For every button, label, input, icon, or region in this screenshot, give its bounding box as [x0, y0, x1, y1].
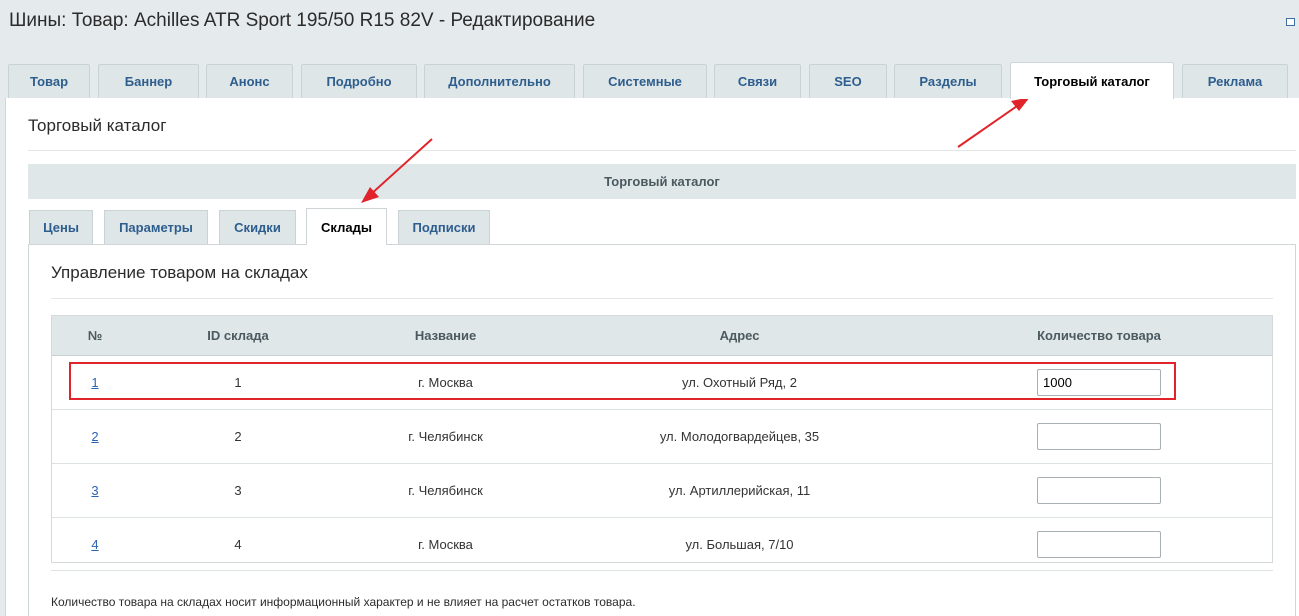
- group-header: Торговый каталог: [28, 164, 1296, 199]
- column-header-id: ID склада: [139, 315, 337, 356]
- qty-input[interactable]: [1037, 530, 1161, 558]
- store-id: 2: [139, 409, 337, 464]
- section-title: Торговый каталог: [28, 116, 167, 135]
- divider: [51, 298, 1273, 299]
- store-name: г. Москва: [337, 355, 554, 410]
- tab-banner[interactable]: Баннер: [98, 64, 199, 98]
- store-link[interactable]: 1: [91, 375, 98, 390]
- tab-dopolnitelno[interactable]: Дополнительно: [424, 64, 575, 98]
- page-title: Шины: Товар: Achilles ATR Sport 195/50 R…: [9, 10, 596, 31]
- tab-sistemnye[interactable]: Системные: [583, 64, 707, 98]
- table-header-row: № ID склада Название Адрес Количество то…: [51, 315, 1273, 356]
- store-name: г. Москва: [337, 517, 554, 571]
- tab-reklama[interactable]: Реклама: [1182, 64, 1288, 98]
- tab-tovar[interactable]: Товар: [8, 64, 90, 98]
- table-row: 4 4 г. Москва ул. Большая, 7/10: [51, 517, 1273, 571]
- table-row: 1 1 г. Москва ул. Охотный Ряд, 2: [51, 355, 1273, 410]
- store-address: ул. Большая, 7/10: [554, 517, 925, 571]
- column-header-num: №: [51, 315, 139, 356]
- column-header-address: Адрес: [554, 315, 925, 356]
- store-id: 4: [139, 517, 337, 571]
- subtab-podpiski[interactable]: Подписки: [398, 210, 490, 244]
- table-row: 3 3 г. Челябинск ул. Артиллерийская, 11: [51, 463, 1273, 518]
- store-name: г. Челябинск: [337, 463, 554, 518]
- subtab-sklady[interactable]: Склады: [306, 208, 387, 245]
- store-address: ул. Молодогвардейцев, 35: [554, 409, 925, 464]
- stores-note: Количество товара на складах носит инфор…: [51, 595, 636, 609]
- store-id: 1: [139, 355, 337, 410]
- store-address: ул. Охотный Ряд, 2: [554, 355, 925, 410]
- table-row: 2 2 г. Челябинск ул. Молодогвардейцев, 3…: [51, 409, 1273, 464]
- tab-seo[interactable]: SEO: [809, 64, 887, 98]
- tab-anons[interactable]: Анонс: [206, 64, 293, 98]
- subtab-ceny[interactable]: Цены: [29, 210, 93, 244]
- qty-input[interactable]: [1037, 477, 1161, 504]
- store-name: г. Челябинск: [337, 409, 554, 464]
- restore-icon[interactable]: [1286, 18, 1295, 26]
- column-header-name: Название: [337, 315, 554, 356]
- tab-razdely[interactable]: Разделы: [894, 64, 1002, 98]
- qty-input[interactable]: [1037, 369, 1161, 396]
- tab-svyazi[interactable]: Связи: [714, 64, 801, 98]
- stores-title: Управление товаром на складах: [51, 263, 308, 282]
- title-bar: Шины: Товар: Achilles ATR Sport 195/50 R…: [0, 0, 1299, 46]
- subtab-skidki[interactable]: Скидки: [219, 210, 296, 244]
- store-link[interactable]: 3: [91, 483, 98, 498]
- store-id: 3: [139, 463, 337, 518]
- divider: [28, 150, 1296, 151]
- qty-input[interactable]: [1037, 423, 1161, 450]
- store-address: ул. Артиллерийская, 11: [554, 463, 925, 518]
- store-link[interactable]: 4: [91, 537, 98, 552]
- stores-table: № ID склада Название Адрес Количество то…: [51, 315, 1273, 571]
- subtab-parametry[interactable]: Параметры: [104, 210, 208, 244]
- tab-torgovyj-katalog[interactable]: Торговый каталог: [1010, 62, 1174, 99]
- store-link[interactable]: 2: [91, 429, 98, 444]
- column-header-qty: Количество товара: [925, 315, 1273, 356]
- tab-podrobno[interactable]: Подробно: [301, 64, 417, 98]
